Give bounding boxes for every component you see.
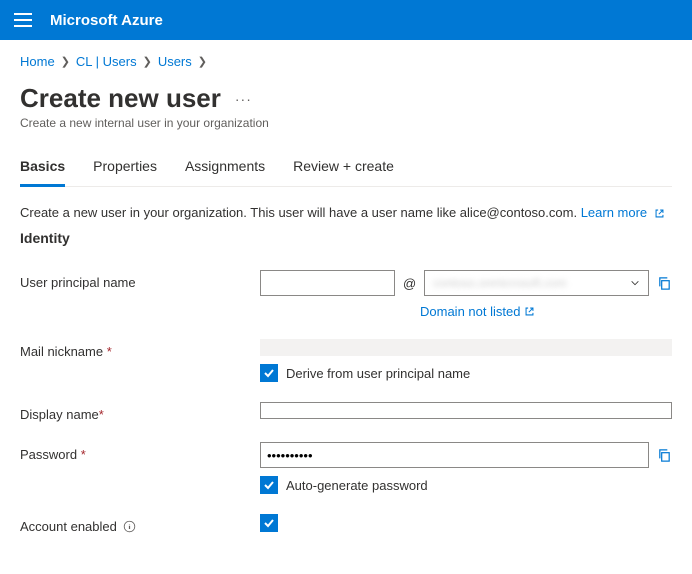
breadcrumb-link-home[interactable]: Home (20, 54, 55, 69)
tab-basics[interactable]: Basics (20, 152, 65, 187)
hamburger-icon[interactable] (14, 13, 32, 27)
chevron-right-icon: ❯ (61, 55, 70, 68)
password-input[interactable] (260, 442, 649, 468)
account-enabled-checkbox[interactable] (260, 514, 278, 532)
info-text-row: Create a new user in your organization. … (20, 205, 672, 220)
tab-properties[interactable]: Properties (93, 152, 157, 187)
section-header-identity: Identity (20, 230, 672, 246)
more-actions-button[interactable]: ··· (235, 91, 252, 107)
breadcrumb-link-clusers[interactable]: CL | Users (76, 54, 137, 69)
breadcrumb: Home ❯ CL | Users ❯ Users ❯ (20, 54, 672, 69)
field-row-upn: User principal name @ contoso.onmicrosof… (20, 270, 672, 319)
derive-nickname-checkbox[interactable] (260, 364, 278, 382)
tab-review-create[interactable]: Review + create (293, 152, 394, 187)
page-title: Create new user (20, 83, 221, 114)
tabs: Basics Properties Assignments Review + c… (20, 152, 672, 187)
at-symbol: @ (403, 276, 416, 291)
top-bar: Microsoft Azure (0, 0, 692, 40)
display-name-input[interactable] (260, 402, 672, 419)
mail-nickname-label: Mail nickname * (20, 339, 250, 359)
breadcrumb-link-users[interactable]: Users (158, 54, 192, 69)
upn-local-input[interactable] (260, 270, 395, 296)
upn-domain-select[interactable]: contoso.onmicrosoft.com (424, 270, 649, 296)
info-text: Create a new user in your organization. … (20, 205, 577, 220)
field-row-password: Password * Auto-generate password (20, 442, 672, 494)
required-asterisk: * (81, 447, 86, 462)
field-row-mail-nickname: Mail nickname * Derive from user princip… (20, 339, 672, 382)
brand-label: Microsoft Azure (50, 12, 163, 29)
domain-not-listed-label: Domain not listed (420, 304, 520, 319)
external-link-icon (654, 208, 665, 219)
mail-nickname-label-text: Mail nickname (20, 344, 103, 359)
display-name-label-text: Display name (20, 407, 99, 422)
required-asterisk: * (107, 344, 112, 359)
field-row-account-enabled: Account enabled (20, 514, 672, 534)
page-title-row: Create new user ··· (20, 83, 672, 114)
check-icon (263, 517, 275, 529)
copy-password-icon[interactable] (657, 448, 672, 463)
chevron-down-icon (630, 278, 640, 288)
check-icon (263, 367, 275, 379)
password-label-text: Password (20, 447, 77, 462)
learn-more-link[interactable]: Learn more (581, 205, 665, 220)
learn-more-label: Learn more (581, 205, 647, 220)
account-enabled-label: Account enabled (20, 514, 250, 534)
check-icon (263, 479, 275, 491)
domain-not-listed-link[interactable]: Domain not listed (420, 304, 535, 319)
auto-generate-password-label: Auto-generate password (286, 478, 428, 493)
info-icon[interactable] (123, 520, 136, 533)
required-asterisk: * (99, 407, 104, 422)
chevron-right-icon: ❯ (198, 55, 207, 68)
auto-generate-password-checkbox[interactable] (260, 476, 278, 494)
upn-domain-value: contoso.onmicrosoft.com (433, 276, 566, 290)
page-content: Home ❯ CL | Users ❯ Users ❯ Create new u… (0, 40, 692, 574)
upn-label: User principal name (20, 270, 250, 290)
password-label: Password * (20, 442, 250, 462)
tab-assignments[interactable]: Assignments (185, 152, 265, 187)
field-row-display-name: Display name* (20, 402, 672, 422)
display-name-label: Display name* (20, 402, 250, 422)
account-enabled-label-text: Account enabled (20, 519, 117, 534)
chevron-right-icon: ❯ (143, 55, 152, 68)
page-subtitle: Create a new internal user in your organ… (20, 116, 672, 130)
copy-upn-icon[interactable] (657, 276, 672, 291)
external-link-icon (524, 306, 535, 317)
derive-nickname-label: Derive from user principal name (286, 366, 470, 381)
mail-nickname-input (260, 339, 672, 356)
